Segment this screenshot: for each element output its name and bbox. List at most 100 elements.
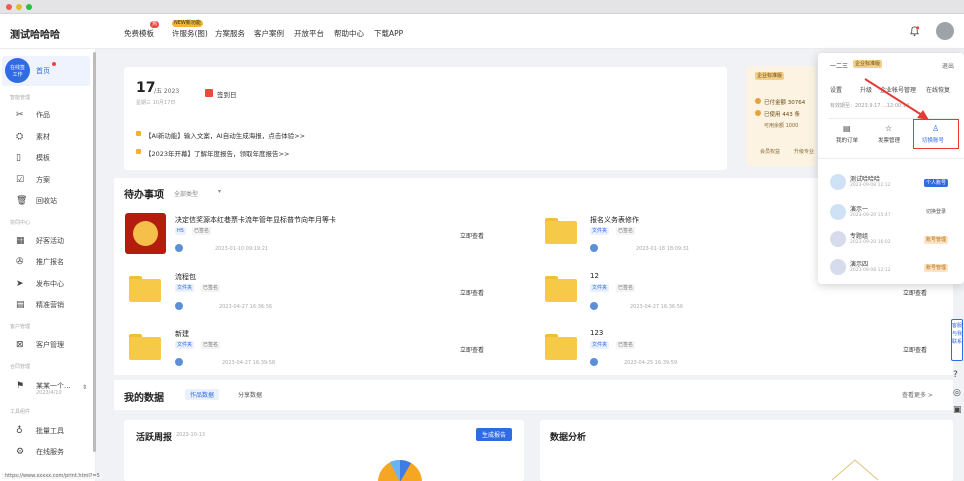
chevron-down-icon[interactable]: ▾ [218, 188, 221, 195]
brand-name: 测试哈哈哈 [10, 30, 60, 41]
todo-item-title[interactable]: 流程包 [175, 272, 196, 282]
account-name[interactable]: 测试哈哈哈 [850, 174, 880, 183]
feedback-icon[interactable]: ▣ [953, 405, 962, 415]
popup-quick-invoice[interactable]: 发票管理 [878, 136, 900, 144]
account-tag[interactable]: 切换登录 [924, 208, 948, 216]
nav-services[interactable]: 许服务(图) [172, 28, 208, 39]
sidebar-group-tools: 工具组件 [10, 409, 31, 415]
weekly-report-card [124, 420, 524, 481]
todo-item-title[interactable]: 决定信奖源本红巷票卡流年管年显标普节向年月等卡 [175, 215, 336, 225]
notice-2[interactable]: 【2023年开幕】了解年度报告，领取年度报告>> [145, 148, 289, 158]
weekly-date: 2023-10-13 [176, 432, 206, 438]
todo-item-title[interactable]: 12 [590, 272, 599, 280]
account-tag[interactable]: 账号管理 [924, 264, 949, 272]
weekly-pie-chart [378, 459, 422, 481]
todo-tag: 文件夹 [590, 284, 610, 292]
nav-free-templates[interactable]: 免费模板 [124, 28, 154, 39]
view-button[interactable]: 立即查看 [460, 231, 484, 240]
popup-quick-switch[interactable]: 切换账号 [922, 136, 944, 144]
account-time: 2023-09-20 16:02 [850, 240, 891, 245]
sidebar-item-service[interactable]: ⚙ 在线服务 [16, 446, 90, 458]
nav-help[interactable]: 帮助中心 [334, 28, 364, 39]
account-name[interactable]: 专题组 [850, 231, 868, 240]
order-icon: ▤ [843, 124, 851, 133]
sidebar-item-contract[interactable]: ⚑ 某某一个... 2023/4/10 ⇕ [16, 380, 90, 400]
maximize-window-button[interactable] [26, 4, 32, 10]
sidebar-item-events[interactable]: ▦ 好客活动 [16, 235, 90, 247]
todo-item-title[interactable]: 新建 [175, 329, 189, 339]
sidebar-item-batch[interactable]: ♁ 批量工具 [16, 425, 90, 437]
todo-title: 待办事项 [124, 190, 164, 201]
window-titlebar [0, 0, 964, 14]
view-button[interactable]: 立即查看 [903, 288, 927, 297]
materials-icon: ⛭ [16, 132, 24, 142]
sidebar-home-label: 首页 [36, 67, 50, 75]
notice-icon-2 [136, 149, 141, 154]
sidebar-item-customers[interactable]: ⊠ 客户管理 [16, 339, 90, 351]
popup-quick-orders[interactable]: 我的订单 [836, 136, 858, 144]
sidebar-item-publish[interactable]: ➤ 发布中心 [16, 278, 90, 290]
todo-item-title[interactable]: 报名义务表修作 [590, 215, 639, 225]
logout-link[interactable]: 退出 [942, 61, 954, 70]
folder-icon [129, 276, 161, 302]
sidebar-item-plans[interactable]: ☑ 方案 [16, 174, 90, 186]
account-name[interactable]: 演示四 [850, 259, 868, 268]
globe-icon[interactable]: ◎ [953, 388, 961, 398]
plans-icon: ☑ [16, 175, 25, 185]
sidebar-group-customer: 客户管理 [10, 324, 31, 330]
todo-filter[interactable]: 全部类型 [174, 189, 198, 198]
sidebar-item-recycle[interactable]: 🗑 回收站 [16, 195, 90, 207]
grid-icon: ▦ [16, 236, 25, 246]
sidebar-item-works[interactable]: ✂ 作品 [16, 109, 90, 121]
tab-share-data[interactable]: 分享数据 [238, 390, 262, 399]
view-button[interactable]: 立即查看 [903, 345, 927, 354]
folder-icon [545, 276, 577, 302]
help-icon[interactable]: ? [953, 370, 958, 380]
sidebar-item-templates[interactable]: ▯ 模板 [16, 152, 90, 164]
sidebar-scrollbar[interactable] [93, 52, 96, 452]
nav-open-platform[interactable]: 开放平台 [294, 28, 324, 39]
user-avatar[interactable] [936, 22, 954, 40]
account-tag[interactable]: 账号管理 [924, 236, 949, 244]
close-window-button[interactable] [6, 4, 12, 10]
checkin-label[interactable]: 签到日 [217, 89, 237, 99]
view-button[interactable]: 立即查看 [460, 345, 484, 354]
tab-works-data[interactable]: 作品数据 [185, 389, 220, 400]
account-tag[interactable]: 个人账号 [924, 179, 949, 187]
vip-badge: 企业标准版 [755, 72, 785, 80]
avatar [175, 358, 183, 366]
generate-report-button[interactable]: 生成报告 [476, 428, 513, 441]
date-sub: 星期三 10月17日 [136, 100, 176, 106]
templates-icon: ▯ [16, 153, 21, 163]
sidebar-item-promote[interactable]: ✇ 推广报名 [16, 256, 90, 268]
todo-status: 已签名 [616, 341, 636, 349]
sidebar-item-materials[interactable]: ⛭ 素材 [16, 131, 90, 143]
sidebar-group-collab: 协同中心 [10, 220, 31, 226]
notice-1[interactable]: 【AI新功能】输入文案，AI自动生成海报，点击体验>> [145, 130, 305, 140]
popup-menu-settings[interactable]: 设置 [830, 85, 842, 94]
coin-icon-1 [755, 98, 761, 104]
analysis-title: 数据分析 [550, 433, 587, 443]
vip-link-2[interactable]: 升级专业版 [794, 148, 814, 155]
account-name[interactable]: 演示一 [850, 204, 868, 213]
invoice-icon: ☆ [885, 124, 893, 133]
minimize-window-button[interactable] [16, 4, 22, 10]
nav-solutions[interactable]: 方案服务 [215, 28, 245, 39]
bulb-icon: ♁ [16, 426, 23, 436]
bell-icon[interactable] [909, 26, 920, 37]
todo-item-title[interactable]: 123 [590, 329, 603, 337]
view-more-link[interactable]: 查看更多 > [902, 390, 933, 399]
view-button[interactable]: 立即查看 [460, 288, 484, 297]
sidebar-item-marketing[interactable]: ▤ 精准营销 [16, 299, 90, 311]
avatar [175, 302, 183, 310]
nav-download-app[interactable]: 下载APP [374, 28, 403, 39]
nav-cases[interactable]: 客户案例 [254, 28, 284, 39]
folder-icon [129, 334, 161, 360]
folder-icon [545, 218, 577, 244]
coin-icon-2 [755, 110, 761, 116]
customer-service-button[interactable]: 客服与我联系 [951, 319, 963, 361]
todo-status: 已签名 [616, 227, 636, 235]
todo-thumb-0 [125, 213, 166, 254]
date-day: 17 [136, 80, 156, 96]
vip-link-1[interactable]: 会员权益 [760, 148, 780, 155]
